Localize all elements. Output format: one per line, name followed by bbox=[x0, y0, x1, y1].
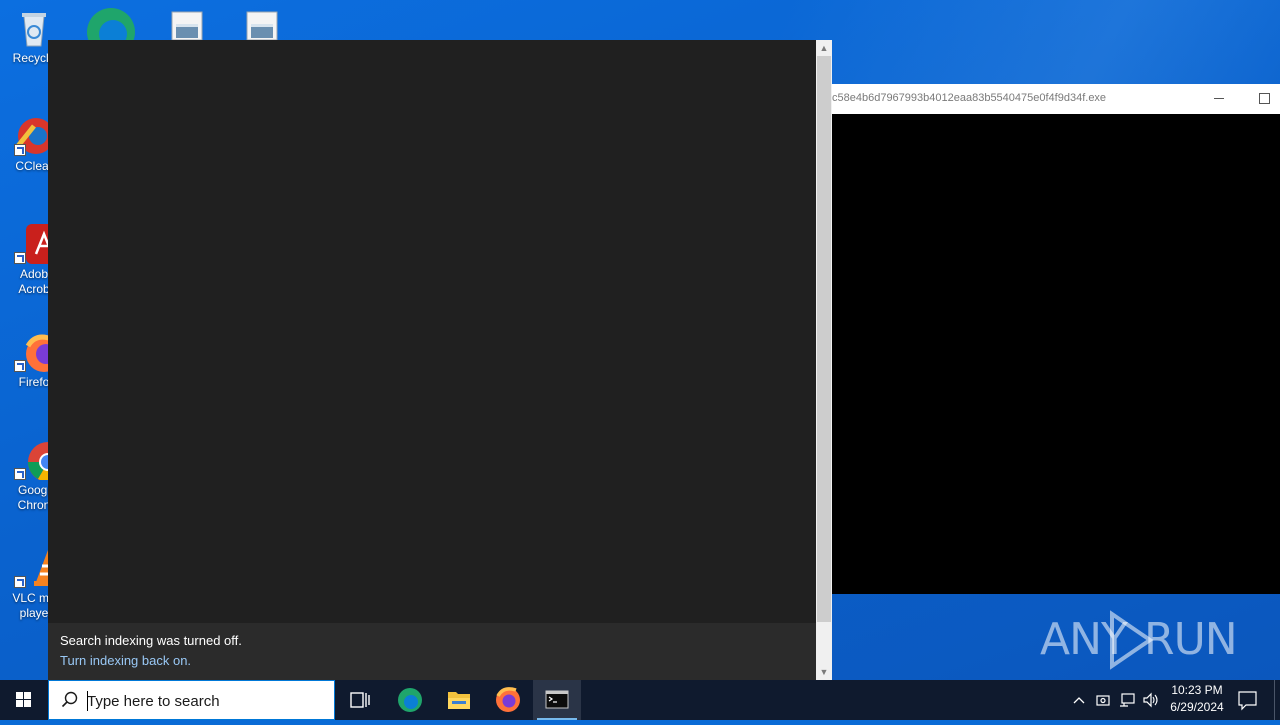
notifications-icon bbox=[1238, 691, 1257, 711]
search-results-area bbox=[48, 40, 816, 623]
image-file-icon bbox=[171, 11, 203, 41]
taskbar: 10:23 PM 6/29/2024 bbox=[0, 680, 1280, 720]
command-prompt-icon bbox=[545, 690, 569, 709]
indexing-notice: Search indexing was turned off. Turn ind… bbox=[48, 623, 816, 680]
shortcut-arrow-icon bbox=[14, 144, 26, 156]
start-button[interactable] bbox=[0, 680, 48, 720]
taskbar-console-button[interactable] bbox=[533, 680, 581, 720]
console-window[interactable]: c58e4b6d7967993b4012eaa83b5540475e0f4f9d… bbox=[832, 84, 1280, 594]
minimize-icon bbox=[1214, 98, 1224, 99]
maximize-button[interactable] bbox=[1242, 84, 1280, 114]
shortcut-arrow-icon bbox=[14, 468, 26, 480]
shortcut-arrow-icon bbox=[14, 252, 26, 264]
image-file-desktop-icon-2[interactable] bbox=[245, 10, 279, 41]
watermark-text-right: RUN bbox=[1144, 614, 1238, 665]
image-file-desktop-icon[interactable] bbox=[170, 10, 204, 41]
search-icon bbox=[61, 691, 78, 708]
taskbar-file-explorer-button[interactable] bbox=[435, 680, 483, 720]
firefox-icon bbox=[496, 687, 520, 712]
indexing-off-message: Search indexing was turned off. bbox=[60, 633, 242, 648]
clock-time: 10:23 PM bbox=[1171, 683, 1223, 697]
task-view-icon bbox=[350, 692, 370, 708]
scroll-up-icon[interactable]: ▲ bbox=[819, 43, 829, 53]
maximize-icon bbox=[1259, 93, 1270, 104]
scrollbar-thumb[interactable] bbox=[817, 56, 831, 622]
console-title: c58e4b6d7967993b4012eaa83b5540475e0f4f9d… bbox=[832, 92, 1107, 104]
scroll-down-icon[interactable]: ▼ bbox=[819, 667, 829, 677]
minimize-button[interactable] bbox=[1196, 84, 1242, 114]
anyrun-watermark: ANY RUN bbox=[1040, 610, 1240, 670]
windows-logo-icon bbox=[16, 692, 31, 707]
turn-indexing-on-link[interactable]: Turn indexing back on. bbox=[60, 653, 191, 668]
folder-icon bbox=[448, 692, 470, 709]
search-input[interactable] bbox=[87, 691, 327, 711]
show-desktop-button[interactable] bbox=[1274, 680, 1280, 720]
search-results-panel[interactable]: ▲ ▼ Search indexing was turned off. Turn… bbox=[48, 40, 832, 680]
results-scrollbar[interactable]: ▲ ▼ bbox=[816, 40, 832, 680]
meet-now-icon[interactable] bbox=[1095, 692, 1111, 708]
console-output[interactable] bbox=[832, 114, 1280, 594]
edge-icon bbox=[398, 688, 422, 712]
desktop: Recycle CClear Adob Acrob Firefo Googl C… bbox=[0, 0, 1280, 680]
shortcut-arrow-icon bbox=[14, 360, 26, 372]
system-tray bbox=[1066, 680, 1160, 720]
system-clock[interactable]: 10:23 PM 6/29/2024 bbox=[1160, 682, 1234, 718]
volume-icon[interactable] bbox=[1142, 692, 1160, 708]
network-icon[interactable] bbox=[1118, 692, 1136, 708]
taskbar-search-box[interactable] bbox=[48, 680, 335, 720]
text-cursor bbox=[87, 691, 88, 711]
clock-date: 6/29/2024 bbox=[1170, 700, 1224, 714]
taskbar-edge-button[interactable] bbox=[386, 680, 434, 720]
taskbar-firefox-button[interactable] bbox=[484, 680, 532, 720]
shortcut-arrow-icon bbox=[14, 576, 26, 588]
console-titlebar[interactable]: c58e4b6d7967993b4012eaa83b5540475e0f4f9d… bbox=[832, 84, 1280, 114]
image-file-icon bbox=[246, 11, 278, 41]
show-hidden-icons-chevron-icon[interactable] bbox=[1072, 692, 1086, 708]
action-center-button[interactable] bbox=[1234, 680, 1262, 720]
task-view-button[interactable] bbox=[336, 680, 384, 720]
